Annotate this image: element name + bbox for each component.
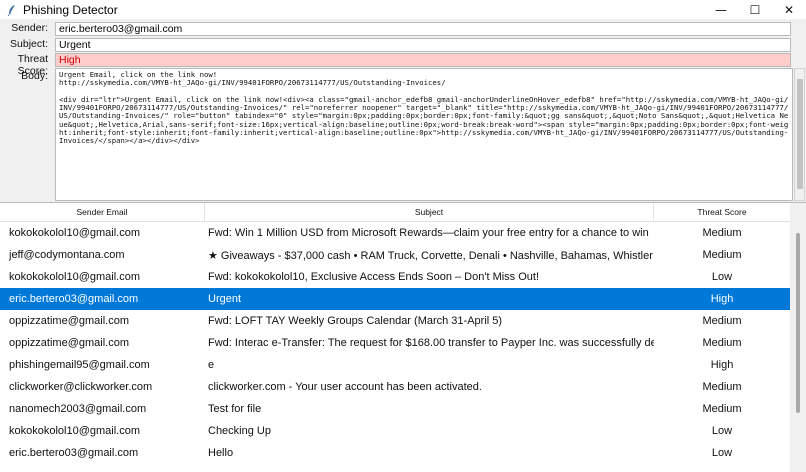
feather-icon — [5, 3, 19, 17]
window-title: Phishing Detector — [23, 2, 118, 17]
row-sender-email: jeff@codymontana.com — [9, 249, 125, 261]
row-subject: Hello — [208, 447, 234, 459]
row-sender-email: nanomech2003@gmail.com — [9, 403, 147, 415]
header-threat-score[interactable]: Threat Score — [654, 203, 790, 221]
row-sender-email: kokokokolol10@gmail.com — [9, 271, 141, 283]
row-threat-score: High — [710, 293, 734, 305]
sender-label: Sender: — [11, 22, 48, 34]
header-sender-email[interactable]: Sender Email — [0, 203, 205, 221]
row-threat-score: Medium — [702, 337, 742, 349]
table-scrollbar-thumb[interactable] — [796, 233, 800, 413]
row-subject: Fwd: Interac e-Transfer: The request for… — [208, 337, 654, 349]
body-scrollbar[interactable] — [794, 68, 805, 201]
table-header: Sender Email Subject Threat Score — [0, 203, 806, 222]
row-sender-email: phishingemail95@gmail.com — [9, 359, 150, 371]
row-threat-score: High — [710, 359, 734, 371]
row-subject: ★ Giveaways - $37,000 cash • RAM Truck, … — [208, 249, 654, 262]
table-row[interactable]: nanomech2003@gmail.com Test for file Mediu… — [0, 398, 806, 420]
table-row[interactable]: eric.bertero03@gmail.com Hello Low — [0, 442, 806, 464]
table-row[interactable]: kokokokolol10@gmail.com Fwd: kokokokolol1… — [0, 266, 806, 288]
body-scrollbar-thumb[interactable] — [797, 79, 803, 189]
row-sender-email: oppizzatime@gmail.com — [9, 315, 129, 327]
row-subject: Urgent — [208, 293, 242, 305]
window-controls: — ☐ ✕ — [704, 0, 806, 19]
row-threat-score: Medium — [702, 227, 742, 239]
sender-field[interactable]: eric.bertero03@gmail.com — [55, 22, 791, 36]
row-sender-email: eric.bertero03@gmail.com — [9, 447, 139, 459]
body-label: Body: — [21, 70, 48, 82]
subject-field[interactable]: Urgent — [55, 38, 791, 52]
title-bar[interactable]: Phishing Detector — ☐ ✕ — [0, 0, 806, 19]
table-row[interactable]: oppizzatime@gmail.com Fwd: LOFT TAY Weekl… — [0, 310, 806, 332]
row-subject: Fwd: kokokokolol10, Exclusive Access End… — [208, 271, 540, 283]
table-scrollbar[interactable] — [790, 203, 806, 472]
row-threat-score: Medium — [702, 315, 742, 327]
row-sender-email: clickworker@clickworker.com — [9, 381, 153, 393]
app-window: Phishing Detector — ☐ ✕ Sender: eric.ber… — [0, 0, 806, 472]
row-subject: Fwd: LOFT TAY Weekly Groups Calendar (Ma… — [208, 315, 503, 327]
close-button[interactable]: ✕ — [772, 0, 806, 19]
row-subject: e — [208, 359, 215, 371]
row-subject: Test for file — [208, 403, 262, 415]
row-threat-score: Medium — [702, 381, 742, 393]
row-subject: clickworker.com - Your user account has … — [208, 381, 482, 393]
table-row[interactable]: kokokokolol10@gmail.com Checking Up Low — [0, 420, 806, 442]
table-body: kokokokolol10@gmail.com Fwd: Win 1 Millio… — [0, 222, 806, 464]
row-threat-score: Low — [711, 271, 733, 283]
body-textarea[interactable]: Urgent Email, click on the link now! htt… — [55, 68, 793, 201]
minimize-button[interactable]: — — [704, 0, 738, 19]
sender-row: Sender: eric.bertero03@gmail.com — [0, 22, 806, 36]
row-subject: Fwd: Win 1 Million USD from Microsoft Re… — [208, 227, 649, 239]
row-threat-score: Low — [711, 447, 733, 459]
row-sender-email: kokokokolol10@gmail.com — [9, 227, 141, 239]
table-row[interactable]: jeff@codymontana.com ★ Giveaways - $37,00… — [0, 244, 806, 266]
table-row[interactable]: eric.bertero03@gmail.com Urgent High — [0, 288, 806, 310]
maximize-button[interactable]: ☐ — [738, 0, 772, 19]
row-threat-score: Medium — [702, 249, 742, 261]
row-sender-email: eric.bertero03@gmail.com — [9, 293, 139, 305]
email-table: Sender Email Subject Threat Score kokoko… — [0, 202, 806, 472]
table-row[interactable]: phishingemail95@gmail.com e High — [0, 354, 806, 376]
table-row[interactable]: clickworker@clickworker.com clickworker.c… — [0, 376, 806, 398]
row-threat-score: Low — [711, 425, 733, 437]
table-row[interactable]: oppizzatime@gmail.com Fwd: Interac e-Tran… — [0, 332, 806, 354]
table-row[interactable]: kokokokolol10@gmail.com Fwd: Win 1 Millio… — [0, 222, 806, 244]
row-sender-email: oppizzatime@gmail.com — [9, 337, 129, 349]
row-sender-email: kokokokolol10@gmail.com — [9, 425, 141, 437]
subject-label: Subject: — [10, 38, 48, 50]
header-subject[interactable]: Subject — [205, 203, 654, 221]
row-threat-score: Medium — [702, 403, 742, 415]
row-subject: Checking Up — [208, 425, 271, 437]
subject-row: Subject: Urgent — [0, 38, 806, 52]
threat-field[interactable]: High — [55, 53, 791, 67]
